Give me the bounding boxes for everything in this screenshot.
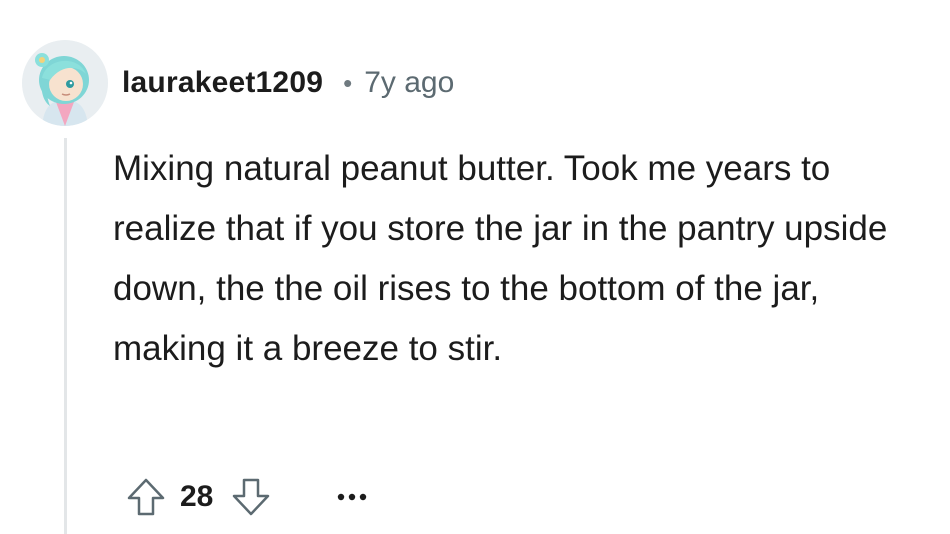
upvote-button[interactable] [120, 471, 172, 523]
avatar-icon [22, 40, 108, 126]
comment-timestamp[interactable]: 7y ago [364, 66, 454, 100]
downvote-button[interactable] [225, 471, 277, 523]
thread-line[interactable] [64, 138, 67, 534]
downvote-arrow-icon [233, 478, 270, 516]
comment-actions: 28 [120, 470, 367, 524]
avatar[interactable] [22, 40, 108, 126]
upvote-arrow-icon [127, 478, 165, 516]
comment-body: Mixing natural peanut butter. Took me ye… [113, 149, 888, 368]
author-username[interactable]: laurakeet1209 [122, 66, 323, 100]
vote-score: 28 [180, 480, 214, 513]
header-separator: • [343, 68, 353, 98]
more-options-icon [338, 493, 367, 501]
more-options-button[interactable] [337, 471, 367, 523]
comment-header: laurakeet1209 • 7y ago [122, 62, 454, 104]
